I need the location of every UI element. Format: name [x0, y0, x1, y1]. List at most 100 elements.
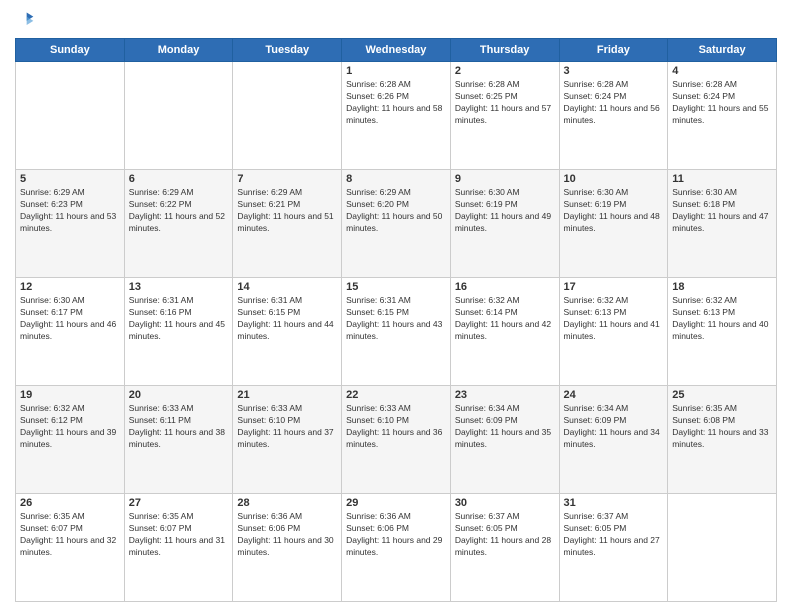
cell-info: Sunrise: 6:32 AMSunset: 6:12 PMDaylight:…: [20, 403, 120, 451]
calendar-cell: 1 Sunrise: 6:28 AMSunset: 6:26 PMDaylight…: [342, 62, 451, 170]
day-number: 8: [346, 173, 446, 185]
day-number: 18: [672, 281, 772, 293]
calendar-cell: 25 Sunrise: 6:35 AMSunset: 6:08 PMDayligh…: [668, 386, 777, 494]
day-number: 31: [564, 497, 664, 509]
header: [15, 10, 777, 30]
cell-info: Sunrise: 6:30 AMSunset: 6:19 PMDaylight:…: [564, 187, 664, 235]
cell-info: Sunrise: 6:37 AMSunset: 6:05 PMDaylight:…: [455, 511, 555, 559]
calendar-body: 1 Sunrise: 6:28 AMSunset: 6:26 PMDaylight…: [16, 62, 777, 602]
calendar-cell: 23 Sunrise: 6:34 AMSunset: 6:09 PMDayligh…: [450, 386, 559, 494]
day-number: 15: [346, 281, 446, 293]
calendar-cell: 26 Sunrise: 6:35 AMSunset: 6:07 PMDayligh…: [16, 494, 125, 602]
day-number: 27: [129, 497, 229, 509]
cell-info: Sunrise: 6:33 AMSunset: 6:10 PMDaylight:…: [237, 403, 337, 451]
cell-info: Sunrise: 6:28 AMSunset: 6:26 PMDaylight:…: [346, 79, 446, 127]
page: SundayMondayTuesdayWednesdayThursdayFrid…: [0, 0, 792, 612]
day-number: 13: [129, 281, 229, 293]
calendar-cell: 22Sunrise: 6:33 AMSunset: 6:10 PMDayligh…: [342, 386, 451, 494]
day-header-thursday: Thursday: [450, 39, 559, 62]
calendar-cell: 21 Sunrise: 6:33 AMSunset: 6:10 PMDayligh…: [233, 386, 342, 494]
day-header-friday: Friday: [559, 39, 668, 62]
header-row: SundayMondayTuesdayWednesdayThursdayFrid…: [16, 39, 777, 62]
cell-info: Sunrise: 6:36 AMSunset: 6:06 PMDaylight:…: [237, 511, 337, 559]
day-number: 24: [564, 389, 664, 401]
calendar-cell: 28 Sunrise: 6:36 AMSunset: 6:06 PMDayligh…: [233, 494, 342, 602]
cell-info: Sunrise: 6:33 AMSunset: 6:11 PMDaylight:…: [129, 403, 229, 451]
cell-info: Sunrise: 6:29 AMSunset: 6:20 PMDaylight:…: [346, 187, 446, 235]
day-number: 29: [346, 497, 446, 509]
calendar-cell: 17 Sunrise: 6:32 AMSunset: 6:13 PMDayligh…: [559, 278, 668, 386]
calendar-cell: 20 Sunrise: 6:33 AMSunset: 6:11 PMDayligh…: [124, 386, 233, 494]
day-number: 2: [455, 65, 555, 77]
cell-info: Sunrise: 6:28 AMSunset: 6:24 PMDaylight:…: [672, 79, 772, 127]
day-number: 11: [672, 173, 772, 185]
day-header-wednesday: Wednesday: [342, 39, 451, 62]
day-header-tuesday: Tuesday: [233, 39, 342, 62]
calendar-table: SundayMondayTuesdayWednesdayThursdayFrid…: [15, 38, 777, 602]
day-number: 30: [455, 497, 555, 509]
day-number: 21: [237, 389, 337, 401]
cell-info: Sunrise: 6:29 AMSunset: 6:23 PMDaylight:…: [20, 187, 120, 235]
day-number: 28: [237, 497, 337, 509]
day-number: 6: [129, 173, 229, 185]
day-number: 25: [672, 389, 772, 401]
calendar-header: SundayMondayTuesdayWednesdayThursdayFrid…: [16, 39, 777, 62]
cell-info: Sunrise: 6:29 AMSunset: 6:22 PMDaylight:…: [129, 187, 229, 235]
calendar-cell: 2Sunrise: 6:28 AMSunset: 6:25 PMDaylight…: [450, 62, 559, 170]
day-number: 20: [129, 389, 229, 401]
calendar-cell: [16, 62, 125, 170]
day-header-saturday: Saturday: [668, 39, 777, 62]
week-row-1: 1 Sunrise: 6:28 AMSunset: 6:26 PMDaylight…: [16, 62, 777, 170]
day-number: 4: [672, 65, 772, 77]
cell-info: Sunrise: 6:29 AMSunset: 6:21 PMDaylight:…: [237, 187, 337, 235]
cell-info: Sunrise: 6:31 AMSunset: 6:15 PMDaylight:…: [237, 295, 337, 343]
day-header-monday: Monday: [124, 39, 233, 62]
cell-info: Sunrise: 6:32 AMSunset: 6:13 PMDaylight:…: [564, 295, 664, 343]
cell-info: Sunrise: 6:36 AMSunset: 6:06 PMDaylight:…: [346, 511, 446, 559]
day-header-sunday: Sunday: [16, 39, 125, 62]
calendar-cell: 7 Sunrise: 6:29 AMSunset: 6:21 PMDaylight…: [233, 170, 342, 278]
cell-info: Sunrise: 6:35 AMSunset: 6:07 PMDaylight:…: [20, 511, 120, 559]
day-number: 17: [564, 281, 664, 293]
calendar-cell: 4 Sunrise: 6:28 AMSunset: 6:24 PMDaylight…: [668, 62, 777, 170]
day-number: 16: [455, 281, 555, 293]
day-number: 12: [20, 281, 120, 293]
week-row-4: 19Sunrise: 6:32 AMSunset: 6:12 PMDayligh…: [16, 386, 777, 494]
day-number: 7: [237, 173, 337, 185]
day-number: 26: [20, 497, 120, 509]
day-number: 23: [455, 389, 555, 401]
calendar-cell: 9Sunrise: 6:30 AMSunset: 6:19 PMDaylight…: [450, 170, 559, 278]
logo: [15, 10, 38, 30]
calendar-cell: 11 Sunrise: 6:30 AMSunset: 6:18 PMDayligh…: [668, 170, 777, 278]
day-number: 3: [564, 65, 664, 77]
cell-info: Sunrise: 6:35 AMSunset: 6:08 PMDaylight:…: [672, 403, 772, 451]
week-row-3: 12 Sunrise: 6:30 AMSunset: 6:17 PMDayligh…: [16, 278, 777, 386]
calendar-cell: 29 Sunrise: 6:36 AMSunset: 6:06 PMDayligh…: [342, 494, 451, 602]
calendar-cell: 27Sunrise: 6:35 AMSunset: 6:07 PMDayligh…: [124, 494, 233, 602]
calendar-cell: 5Sunrise: 6:29 AMSunset: 6:23 PMDaylight…: [16, 170, 125, 278]
cell-info: Sunrise: 6:34 AMSunset: 6:09 PMDaylight:…: [564, 403, 664, 451]
calendar-cell: 13Sunrise: 6:31 AMSunset: 6:16 PMDayligh…: [124, 278, 233, 386]
calendar-cell: 6 Sunrise: 6:29 AMSunset: 6:22 PMDaylight…: [124, 170, 233, 278]
calendar-cell: 30 Sunrise: 6:37 AMSunset: 6:05 PMDayligh…: [450, 494, 559, 602]
calendar-cell: 10Sunrise: 6:30 AMSunset: 6:19 PMDayligh…: [559, 170, 668, 278]
calendar-cell: 18Sunrise: 6:32 AMSunset: 6:13 PMDayligh…: [668, 278, 777, 386]
cell-info: Sunrise: 6:34 AMSunset: 6:09 PMDaylight:…: [455, 403, 555, 451]
week-row-5: 26 Sunrise: 6:35 AMSunset: 6:07 PMDayligh…: [16, 494, 777, 602]
calendar-cell: 19Sunrise: 6:32 AMSunset: 6:12 PMDayligh…: [16, 386, 125, 494]
cell-info: Sunrise: 6:30 AMSunset: 6:17 PMDaylight:…: [20, 295, 120, 343]
day-number: 14: [237, 281, 337, 293]
calendar-cell: [124, 62, 233, 170]
calendar-cell: 31 Sunrise: 6:37 AMSunset: 6:05 PMDayligh…: [559, 494, 668, 602]
cell-info: Sunrise: 6:30 AMSunset: 6:18 PMDaylight:…: [672, 187, 772, 235]
day-number: 1: [346, 65, 446, 77]
cell-info: Sunrise: 6:28 AMSunset: 6:24 PMDaylight:…: [564, 79, 664, 127]
cell-info: Sunrise: 6:30 AMSunset: 6:19 PMDaylight:…: [455, 187, 555, 235]
calendar-cell: [668, 494, 777, 602]
calendar-cell: 8 Sunrise: 6:29 AMSunset: 6:20 PMDaylight…: [342, 170, 451, 278]
calendar-cell: [233, 62, 342, 170]
calendar-cell: 24 Sunrise: 6:34 AMSunset: 6:09 PMDayligh…: [559, 386, 668, 494]
calendar-cell: 3 Sunrise: 6:28 AMSunset: 6:24 PMDaylight…: [559, 62, 668, 170]
week-row-2: 5Sunrise: 6:29 AMSunset: 6:23 PMDaylight…: [16, 170, 777, 278]
cell-info: Sunrise: 6:37 AMSunset: 6:05 PMDaylight:…: [564, 511, 664, 559]
